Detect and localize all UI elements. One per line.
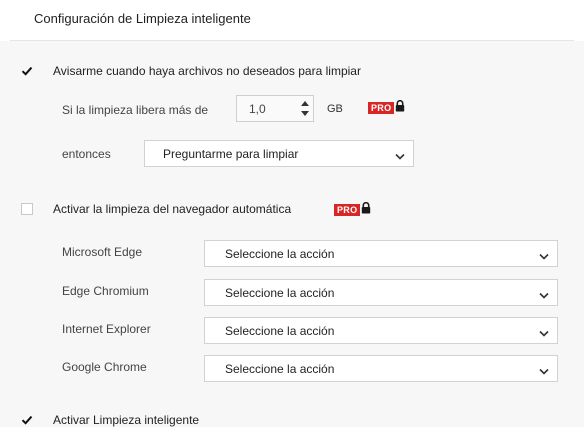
- threshold-value[interactable]: 1,0: [249, 102, 266, 116]
- decrement-button[interactable]: [299, 108, 311, 118]
- chevron-down-icon: [539, 249, 549, 263]
- browser-name-internet-explorer: Internet Explorer: [62, 322, 151, 336]
- google-chrome-action-value: Seleccione la acción: [225, 362, 335, 376]
- spin-up-icon: [301, 100, 309, 106]
- then-label: entonces: [62, 147, 111, 161]
- page-title: Configuración de Limpieza inteligente: [34, 11, 251, 26]
- internet-explorer-action-select[interactable]: Seleccione la acción: [204, 317, 558, 344]
- smart-cleaning-checkbox[interactable]: [21, 414, 33, 426]
- browser-cleaning-label: Activar la limpieza del navegador automá…: [53, 202, 292, 216]
- notify-option[interactable]: Avisarme cuando haya archivos no deseado…: [21, 64, 361, 78]
- edge-action-select[interactable]: Seleccione la acción: [204, 240, 558, 267]
- spin-down-icon: [301, 110, 309, 116]
- threshold-input[interactable]: 1,0: [236, 95, 314, 122]
- edge-chromium-action-value: Seleccione la acción: [225, 286, 335, 300]
- browser-cleaning-checkbox[interactable]: [21, 203, 33, 215]
- browser-name-google-chrome: Google Chrome: [62, 360, 147, 374]
- edge-action-value: Seleccione la acción: [225, 247, 335, 261]
- smart-cleaning-label: Activar Limpieza inteligente: [53, 413, 200, 427]
- chevron-down-icon: [539, 364, 549, 378]
- smart-cleaning-option[interactable]: Activar Limpieza inteligente: [21, 413, 199, 427]
- notify-label: Avisarme cuando haya archivos no deseado…: [53, 64, 361, 78]
- lock-icon: [395, 99, 405, 115]
- then-action-value: Preguntarme para limpiar: [163, 147, 299, 161]
- google-chrome-action-select[interactable]: Seleccione la acción: [204, 355, 558, 382]
- internet-explorer-action-value: Seleccione la acción: [225, 324, 335, 338]
- threshold-stepper[interactable]: [299, 98, 311, 119]
- threshold-unit: GB: [327, 103, 343, 115]
- chevron-down-icon: [539, 326, 549, 340]
- checkmark-icon: [21, 415, 33, 425]
- edge-chromium-action-select[interactable]: Seleccione la acción: [204, 279, 558, 306]
- browser-name-edge: Microsoft Edge: [62, 245, 143, 259]
- pro-label: PRO: [368, 101, 395, 114]
- browser-name-edge-chromium: Edge Chromium: [62, 284, 149, 298]
- chevron-down-icon: [539, 288, 549, 302]
- increment-button[interactable]: [299, 98, 311, 108]
- pro-badge: PRO: [334, 201, 371, 217]
- pro-label: PRO: [334, 203, 361, 216]
- pro-badge: PRO: [368, 99, 405, 115]
- threshold-label: Si la limpieza libera más de: [62, 103, 209, 117]
- settings-header: Configuración de Limpieza inteligente: [0, 0, 584, 41]
- chevron-down-icon: [395, 149, 405, 163]
- browser-cleaning-option[interactable]: Activar la limpieza del navegador automá…: [21, 202, 291, 216]
- notify-checkbox[interactable]: [21, 65, 33, 77]
- then-action-select[interactable]: Preguntarme para limpiar: [144, 140, 414, 167]
- checkmark-icon: [21, 66, 33, 76]
- lock-icon: [361, 201, 371, 217]
